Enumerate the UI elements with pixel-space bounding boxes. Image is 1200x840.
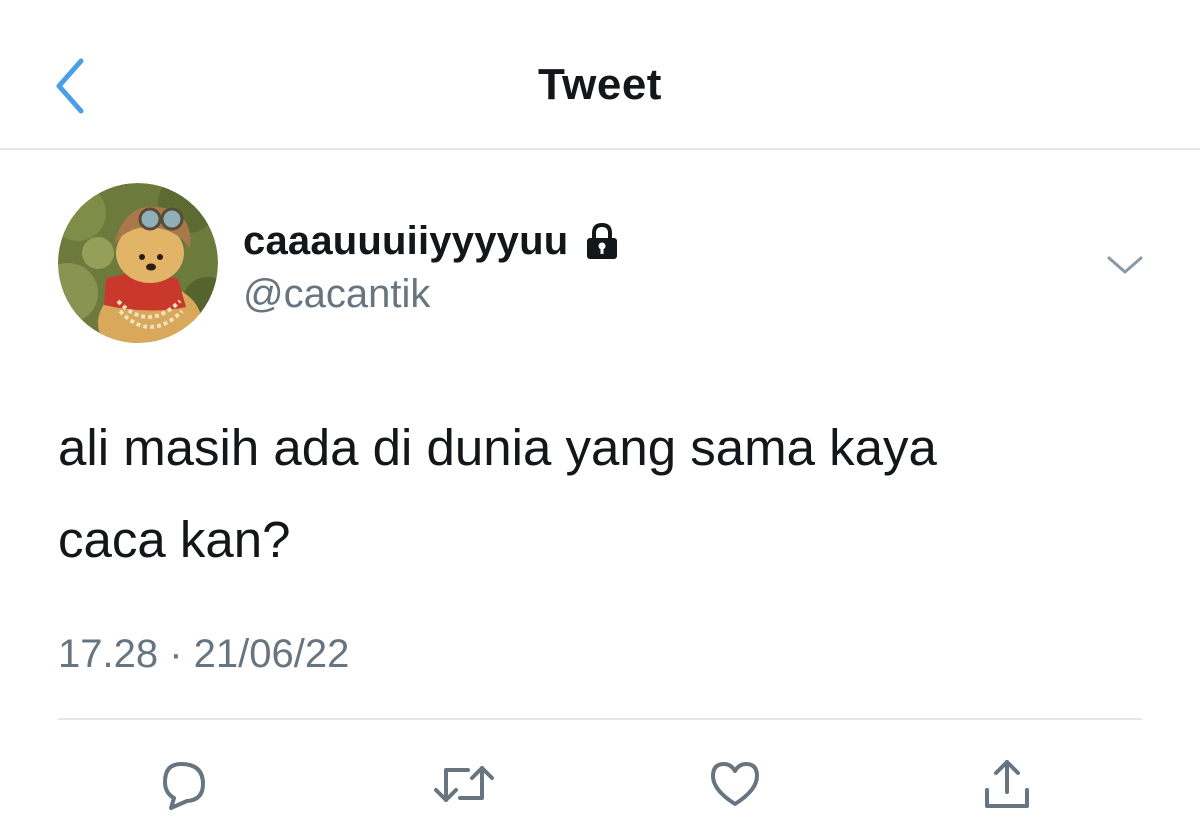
tweet-text-line: caca kan?: [58, 511, 291, 568]
tweet-timestamp: 17.28 · 21/06/22: [58, 632, 350, 676]
reply-icon: [163, 762, 205, 810]
author-handle[interactable]: @cacantik: [243, 272, 430, 317]
chevron-down-icon: [1107, 256, 1143, 274]
like-button[interactable]: [703, 752, 767, 816]
retweet-button[interactable]: [432, 752, 496, 816]
reply-button[interactable]: [153, 752, 217, 816]
more-options-button[interactable]: [1100, 248, 1150, 282]
author-name-row[interactable]: caaauuuiiyyyyuu: [243, 214, 622, 268]
share-button[interactable]: [975, 752, 1039, 816]
like-icon: [711, 762, 759, 806]
retweet-icon: [434, 766, 494, 802]
top-bar: Tweet: [0, 0, 1200, 150]
avatar[interactable]: [58, 183, 218, 343]
divider: [58, 718, 1142, 720]
lock-icon: [582, 221, 622, 261]
avatar-image: [58, 183, 218, 343]
tweet-text-line: ali masih ada di dunia yang sama kaya: [58, 419, 937, 476]
display-name[interactable]: caaauuuiiyyyyuu: [243, 219, 568, 264]
page-title: Tweet: [538, 60, 662, 109]
tweet-text: ali masih ada di dunia yang sama kaya ca…: [58, 402, 1148, 586]
share-icon: [985, 760, 1029, 808]
